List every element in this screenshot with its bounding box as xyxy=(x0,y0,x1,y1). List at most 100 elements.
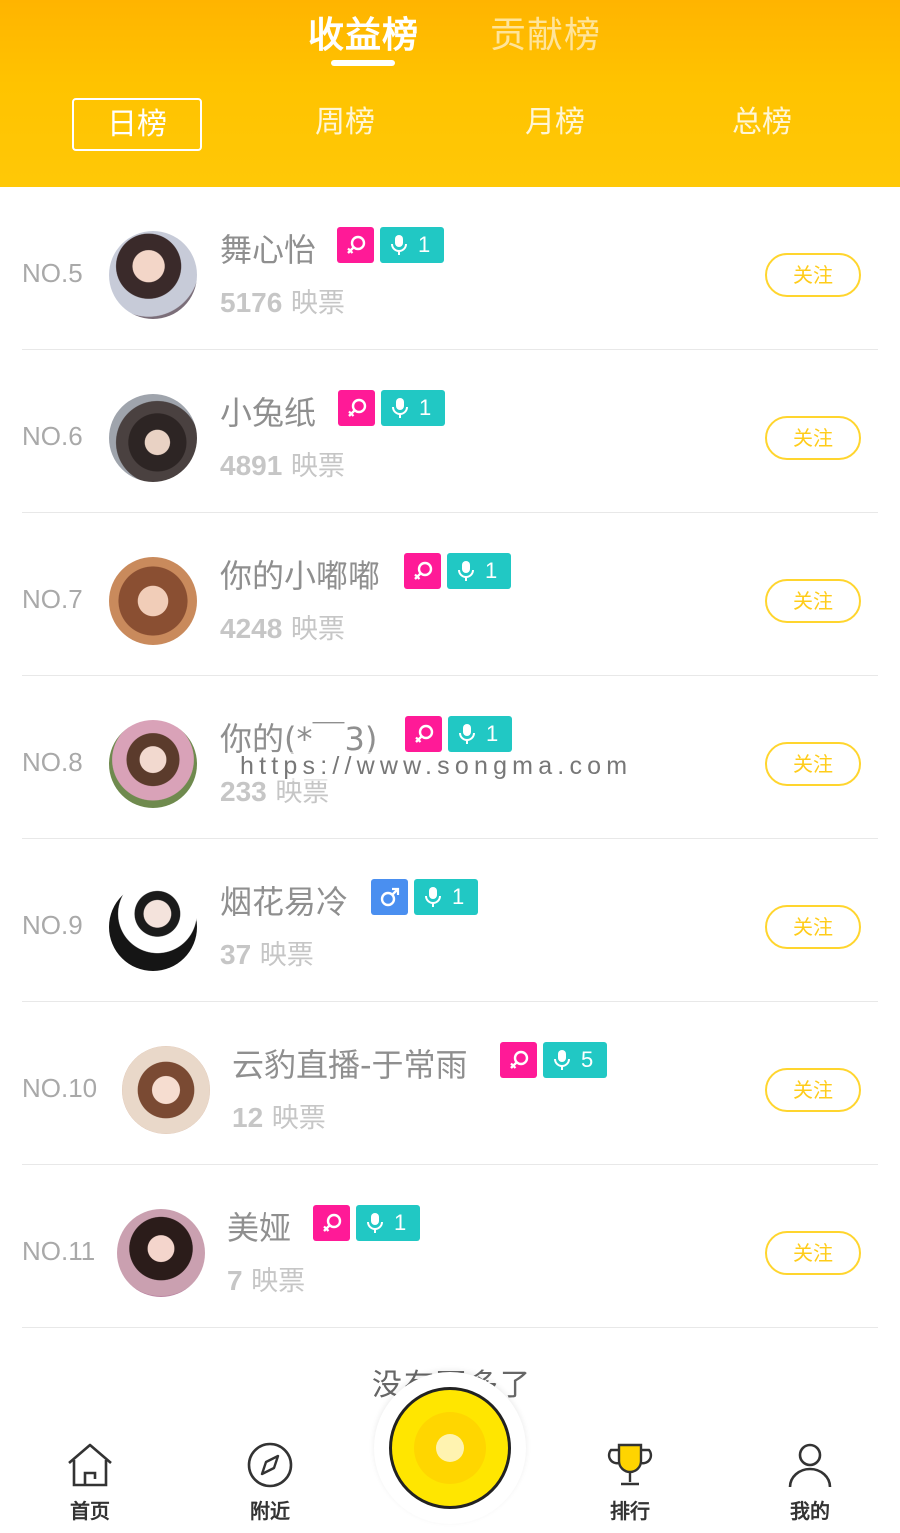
user-name: 烟花易冷 xyxy=(220,883,349,921)
avatar[interactable] xyxy=(117,1209,205,1297)
user-name: 你的小嘟嘟 xyxy=(220,557,381,595)
level-number: 1 xyxy=(418,232,431,257)
votes-unit: 映票 xyxy=(271,1103,326,1134)
follow-button[interactable]: 关注 xyxy=(765,579,861,623)
anchor-level-badge: 1 xyxy=(414,879,479,915)
trophy-icon xyxy=(607,1443,653,1486)
rank-label: NO.5 xyxy=(22,258,83,288)
votes-count: 4248 xyxy=(220,613,283,644)
microphone-icon xyxy=(392,398,408,418)
female-icon xyxy=(313,1205,350,1241)
header: 收益榜 贡献榜 日榜 周榜 月榜 总榜 xyxy=(0,0,900,187)
user-badges: 1 xyxy=(405,716,513,752)
list-item[interactable]: NO.5 舞心怡 1 5176 映票 关注 xyxy=(0,187,900,350)
microphone-icon xyxy=(367,1213,383,1233)
tab-monthly[interactable]: 月榜 xyxy=(495,98,615,151)
nav-rank[interactable]: 排行 xyxy=(590,1441,670,1524)
rank-label: NO.8 xyxy=(22,747,83,777)
anchor-level-badge: 1 xyxy=(380,227,445,263)
user-badges: 1 xyxy=(337,227,445,263)
list-item[interactable]: NO.11 美娅 1 7 映票 关注 xyxy=(0,1165,900,1328)
votes: 7 映票 xyxy=(227,1259,305,1298)
live-button-ring xyxy=(414,1412,486,1484)
rank-label: NO.9 xyxy=(22,910,83,940)
list-item[interactable]: NO.6 小兔纸 1 4891 映票 关注 xyxy=(0,350,900,513)
user-badges: 1 xyxy=(371,879,479,915)
anchor-level-badge: 1 xyxy=(447,553,512,589)
tab-daily[interactable]: 日榜 xyxy=(72,98,202,151)
list-item[interactable]: NO.10 云豹直播-于常雨 5 12 映票 关注 xyxy=(0,1002,900,1165)
follow-button[interactable]: 关注 xyxy=(765,253,861,297)
nav-mine-label: 我的 xyxy=(790,1499,830,1523)
avatar[interactable] xyxy=(109,394,197,482)
follow-button[interactable]: 关注 xyxy=(765,742,861,786)
level-number: 1 xyxy=(452,884,465,909)
user-name: 美娅 xyxy=(227,1209,292,1247)
watermark: https://www.songma.com xyxy=(240,752,633,781)
microphone-icon xyxy=(554,1050,570,1070)
female-icon xyxy=(500,1042,537,1078)
live-button-core xyxy=(436,1434,464,1462)
avatar[interactable] xyxy=(109,883,197,971)
user-name: 云豹直播-于常雨 xyxy=(232,1046,468,1084)
level-number: 1 xyxy=(485,558,498,583)
votes: 4248 映票 xyxy=(220,607,345,646)
nav-home[interactable]: 首页 xyxy=(50,1441,130,1524)
votes-unit: 映票 xyxy=(259,940,314,971)
follow-button[interactable]: 关注 xyxy=(765,905,861,949)
nav-nearby-label: 附近 xyxy=(250,1499,290,1523)
rank-label: NO.10 xyxy=(22,1073,98,1103)
votes-unit: 映票 xyxy=(290,451,345,482)
rank-label: NO.6 xyxy=(22,421,83,451)
votes-count: 37 xyxy=(220,939,252,970)
anchor-level-badge: 5 xyxy=(543,1042,608,1078)
user-badges: 1 xyxy=(313,1205,421,1241)
microphone-icon xyxy=(459,724,475,744)
votes-unit: 映票 xyxy=(290,288,345,319)
avatar[interactable] xyxy=(109,231,197,319)
list-item[interactable]: NO.7 你的小嘟嘟 1 4248 映票 关注 xyxy=(0,513,900,676)
male-icon xyxy=(371,879,408,915)
user-name: 小兔纸 xyxy=(220,394,317,432)
votes: 4891 映票 xyxy=(220,444,345,483)
rank-label: NO.11 xyxy=(22,1236,96,1266)
tab-weekly[interactable]: 周榜 xyxy=(285,98,405,151)
user-icon xyxy=(788,1443,832,1488)
period-tabs: 日榜 周榜 月榜 总榜 xyxy=(0,98,900,152)
microphone-icon xyxy=(458,561,474,581)
live-button-icon xyxy=(389,1387,511,1509)
tab-total[interactable]: 总榜 xyxy=(702,98,822,151)
avatar[interactable] xyxy=(109,720,197,808)
nav-home-label: 首页 xyxy=(70,1499,110,1523)
female-icon xyxy=(337,227,374,263)
active-tab-indicator xyxy=(331,60,395,66)
follow-button[interactable]: 关注 xyxy=(765,1231,861,1275)
female-icon xyxy=(338,390,375,426)
anchor-level-badge: 1 xyxy=(381,390,446,426)
level-number: 1 xyxy=(419,395,432,420)
nav-rank-label: 排行 xyxy=(610,1499,650,1523)
votes: 12 映票 xyxy=(232,1096,326,1135)
follow-button[interactable]: 关注 xyxy=(765,1068,861,1112)
user-name: 舞心怡 xyxy=(220,231,317,269)
votes: 5176 映票 xyxy=(220,281,345,320)
tab-income-rank[interactable]: 收益榜 xyxy=(308,6,419,58)
anchor-level-badge: 1 xyxy=(448,716,513,752)
avatar[interactable] xyxy=(122,1046,210,1134)
avatar[interactable] xyxy=(109,557,197,645)
anchor-level-badge: 1 xyxy=(356,1205,421,1241)
user-badges: 1 xyxy=(404,553,512,589)
nav-mine[interactable]: 我的 xyxy=(770,1441,850,1524)
follow-button[interactable]: 关注 xyxy=(765,416,861,460)
tab-contribution-rank[interactable]: 贡献榜 xyxy=(490,6,601,58)
votes-unit: 映票 xyxy=(290,614,345,645)
female-icon xyxy=(404,553,441,589)
start-live-button[interactable] xyxy=(374,1372,526,1524)
user-badges: 1 xyxy=(338,390,446,426)
votes: 37 映票 xyxy=(220,933,314,972)
microphone-icon xyxy=(391,235,407,255)
list-item[interactable]: NO.9 烟花易冷 1 37 映票 关注 xyxy=(0,839,900,1002)
compass-icon xyxy=(247,1442,293,1488)
nav-nearby[interactable]: 附近 xyxy=(230,1441,310,1524)
level-number: 1 xyxy=(486,721,499,746)
